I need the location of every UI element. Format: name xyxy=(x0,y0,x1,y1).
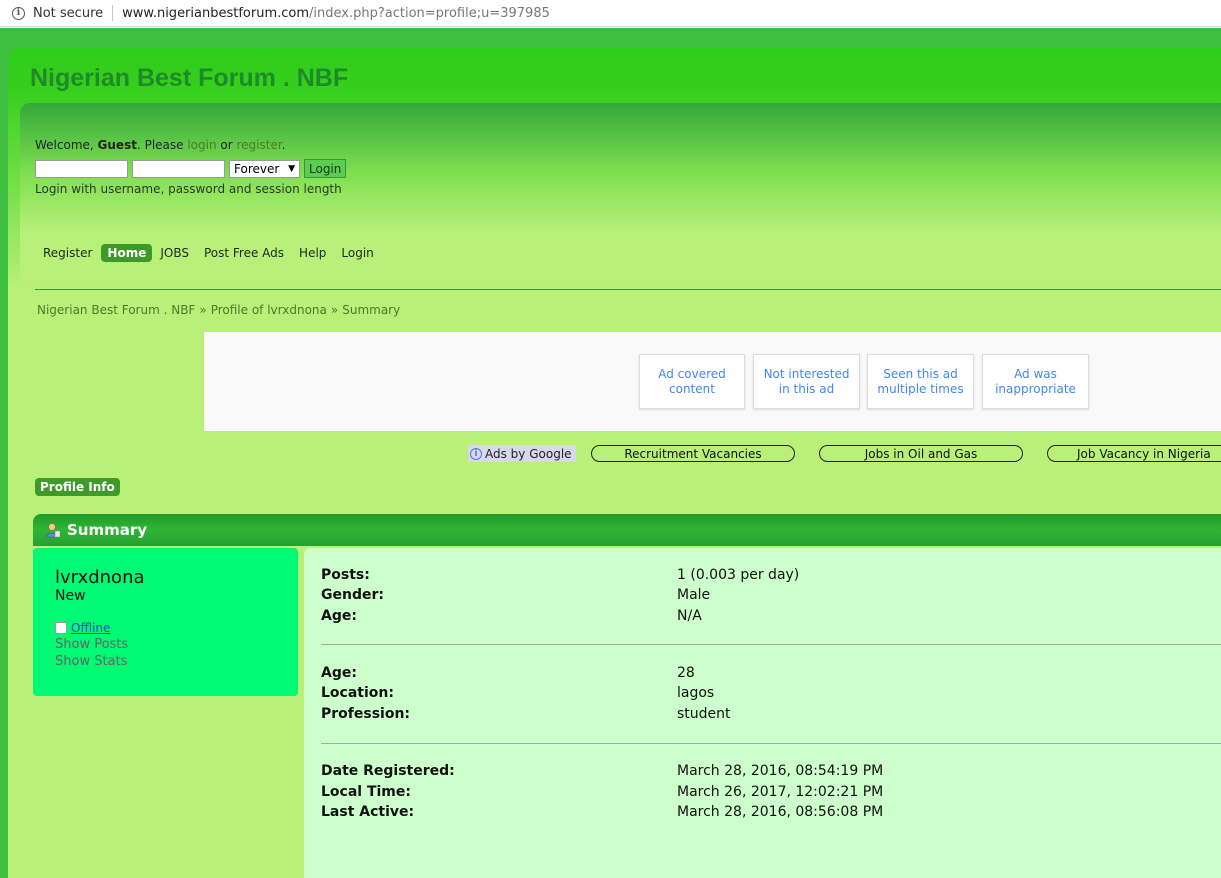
show-posts-link[interactable]: Show Posts xyxy=(55,637,128,652)
ad-feedback-not-interested-button[interactable]: Not interested in this ad xyxy=(753,354,860,409)
ad-info-icon: i xyxy=(470,447,482,460)
online-status: Offline xyxy=(55,621,110,635)
stat-value: March 28, 2016, 08:56:08 PM xyxy=(677,804,884,820)
stat-value: lagos xyxy=(677,685,715,701)
welcome-please: . Please xyxy=(136,138,188,152)
profile-stats-panel: Posts: 1 (0.003 per day) Gender: Male Ag… xyxy=(304,548,1221,878)
nav-post-free-ads[interactable]: Post Free Ads xyxy=(204,246,284,260)
ads-label: Ads by Google xyxy=(485,446,572,461)
stats-divider xyxy=(321,743,1221,744)
main-nav: Register Home JOBS Post Free Ads Help Lo… xyxy=(43,244,389,262)
login-form: Forever ▼ Login xyxy=(35,159,347,178)
stat-value: 28 xyxy=(677,665,695,681)
tab-profile-info[interactable]: Profile Info xyxy=(35,478,120,496)
stat-label: Last Active: xyxy=(321,804,415,820)
welcome-text: Welcome, Guest. Please login or register… xyxy=(35,138,286,152)
stat-label: Age: xyxy=(321,608,357,624)
url-host[interactable]: www.nigerianbestforum.com xyxy=(122,6,309,21)
ad-feedback-line: multiple times xyxy=(877,381,964,396)
dropdown-arrow-icon: ▼ xyxy=(288,163,295,174)
ad-feedback-seen-button[interactable]: Seen this ad multiple times xyxy=(867,354,974,409)
password-field[interactable] xyxy=(132,159,225,178)
nav-register[interactable]: Register xyxy=(43,246,92,260)
login-button[interactable]: Login xyxy=(304,159,347,178)
user-card: lvrxdnona New Offline Show Posts Show St… xyxy=(33,548,298,696)
breadcrumb-summary[interactable]: Summary xyxy=(342,303,400,317)
ad-feedback-line: content xyxy=(669,381,715,396)
session-length-value: Forever xyxy=(234,161,280,176)
ad-feedback-covered-button[interactable]: Ad covered content xyxy=(639,354,745,409)
breadcrumb: Nigerian Best Forum . NBF» Profile of lvr… xyxy=(37,303,400,317)
username-field[interactable] xyxy=(35,159,128,178)
stat-value: 1 (0.003 per day) xyxy=(677,567,800,583)
nav-help[interactable]: Help xyxy=(299,246,326,260)
ads-by-google[interactable]: i Ads by Google xyxy=(468,445,576,462)
address-separator xyxy=(112,5,114,21)
stat-value: March 28, 2016, 08:54:19 PM xyxy=(677,763,884,779)
ad-link-job-vacancy[interactable]: Job Vacancy in Nigeria xyxy=(1047,445,1221,462)
show-stats-link[interactable]: Show Stats xyxy=(55,654,127,669)
nav-divider xyxy=(35,289,1221,290)
stat-label: Age: xyxy=(321,665,357,681)
info-icon[interactable]: i xyxy=(12,6,25,20)
nav-home[interactable]: Home xyxy=(101,244,153,262)
stat-value: Male xyxy=(677,587,711,603)
stat-label: Date Registered: xyxy=(321,763,455,779)
ad-feedback-line: Ad was xyxy=(1014,366,1057,381)
ad-feedback-line: Seen this ad xyxy=(883,366,958,381)
ad-feedback-line: in this ad xyxy=(778,381,835,396)
welcome-prefix: Welcome, xyxy=(35,138,98,152)
security-label[interactable]: Not secure xyxy=(33,6,103,21)
welcome-or: or xyxy=(216,138,237,152)
username: lvrxdnona xyxy=(55,567,145,588)
login-link[interactable]: login xyxy=(187,138,216,152)
url-path[interactable]: /index.php?action=profile;u=397985 xyxy=(309,6,550,21)
stat-label: Location: xyxy=(321,685,394,701)
status-checkbox-icon xyxy=(55,622,67,634)
breadcrumb-separator: » xyxy=(199,303,207,317)
ad-link-recruitment[interactable]: Recruitment Vacancies xyxy=(591,445,795,462)
register-link[interactable]: register xyxy=(236,138,281,152)
ad-feedback-line: Ad covered xyxy=(658,366,726,381)
ad-feedback-line: Not interested xyxy=(763,366,850,381)
stats-divider xyxy=(321,644,1221,645)
breadcrumb-home[interactable]: Nigerian Best Forum . NBF xyxy=(37,303,195,317)
summary-title: Summary xyxy=(67,521,148,539)
stat-label: Posts: xyxy=(321,567,370,583)
offline-link[interactable]: Offline xyxy=(71,621,110,635)
breadcrumb-separator: » xyxy=(330,303,339,317)
session-length-select[interactable]: Forever ▼ xyxy=(229,159,300,178)
ad-link-oil-gas[interactable]: Jobs in Oil and Gas xyxy=(819,445,1023,462)
summary-header: Summary xyxy=(33,514,1221,546)
welcome-end: . xyxy=(281,138,286,152)
ad-feedback-inappropriate-button[interactable]: Ad was inappropriate xyxy=(982,354,1089,409)
stat-label: Profession: xyxy=(321,706,411,722)
breadcrumb-profile[interactable]: Profile of lvrxdnona xyxy=(211,303,327,317)
forum-title[interactable]: Nigerian Best Forum . NBF xyxy=(30,64,348,93)
user-rank: New xyxy=(55,588,86,604)
stat-value: student xyxy=(677,706,731,722)
address-bar[interactable]: i Not secure www.nigerianbestforum.com/i… xyxy=(0,0,1221,27)
guest-name: Guest xyxy=(97,138,137,152)
stat-value: March 26, 2017, 12:02:21 PM xyxy=(677,784,884,800)
stat-label: Local Time: xyxy=(321,784,411,800)
ad-feedback-line: inappropriate xyxy=(995,381,1076,396)
stat-label: Gender: xyxy=(321,587,384,603)
nav-jobs[interactable]: JOBS xyxy=(160,246,189,260)
login-hint: Login with username, password and sessio… xyxy=(35,182,342,196)
stat-value: N/A xyxy=(677,608,702,624)
user-icon xyxy=(45,523,61,538)
nav-login[interactable]: Login xyxy=(341,246,373,260)
